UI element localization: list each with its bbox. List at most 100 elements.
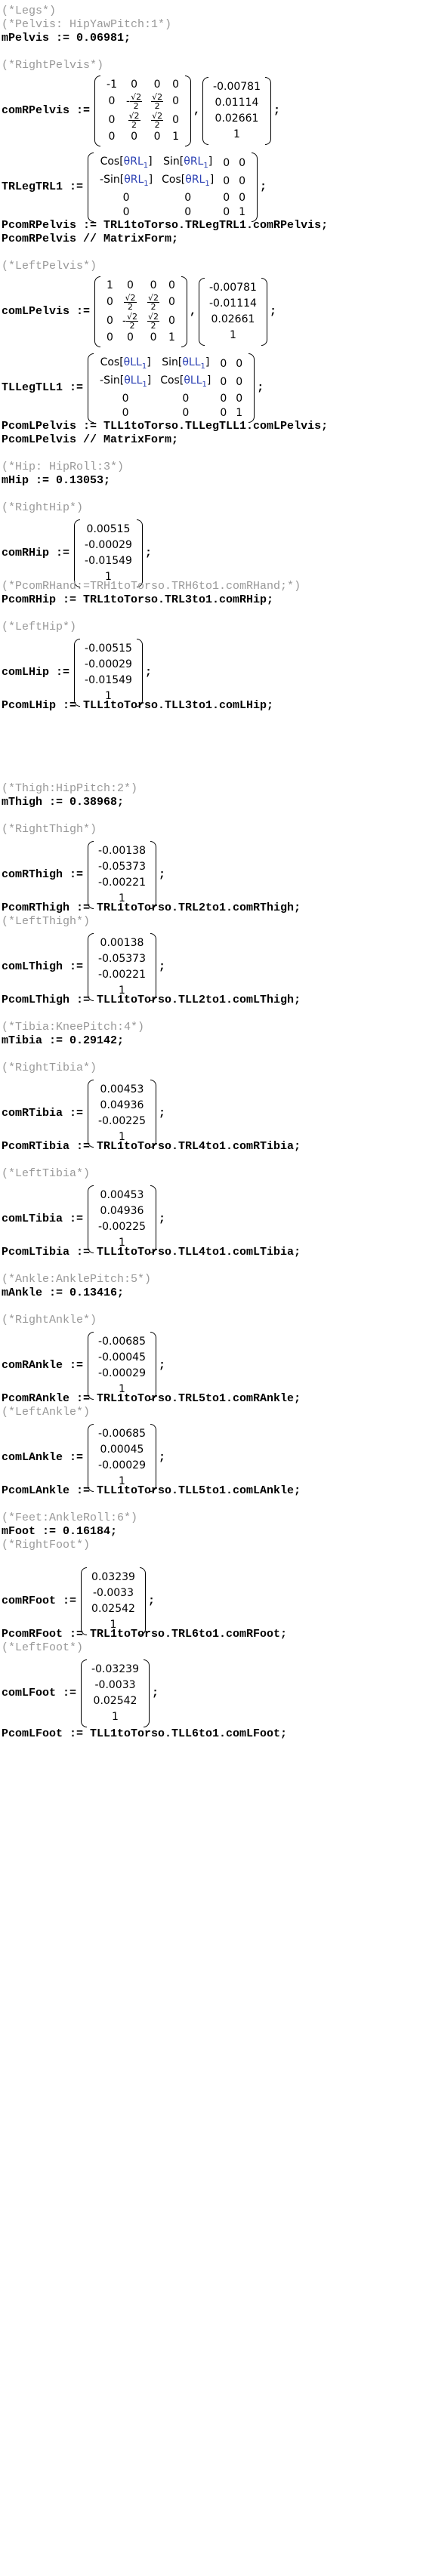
matrix-cell: √2 2 xyxy=(147,111,168,130)
matrix-row: -0.0033 xyxy=(88,1678,142,1693)
com-vector-grid: -0.00685 -0.00045 -0.00029 1 xyxy=(95,1334,149,1397)
com-vector-grid: -0.00138 -0.05373 -0.00221 1 xyxy=(95,843,149,907)
matrix-cell: -0.0033 xyxy=(94,1679,136,1691)
matrix-cell: 0 xyxy=(239,175,246,188)
fraction: √2 2 xyxy=(151,93,164,110)
matrix-row: -0.00515 xyxy=(82,641,135,657)
matrix-cell: 0.00138 xyxy=(100,937,144,949)
matrix-cell: 0.04936 xyxy=(100,1205,144,1217)
assignment-lhs: comRThigh := xyxy=(2,868,84,881)
assignment-lhs: comRFoot := xyxy=(2,1595,77,1607)
matrix-cell: 0 xyxy=(106,331,113,344)
rotation-matrix-grid: Cos[θLL1] Sin[θLL1] 0 0 -Sin[θLL1] Cos[θLL1] 0… xyxy=(95,356,247,421)
assignment-cell: comRFoot := 0.03239 -0.0033 0.02542 1; xyxy=(2,1567,155,1635)
matrix-cell: Sin[θRL1] xyxy=(163,156,213,170)
matrix-cell: 0.02661 xyxy=(211,313,255,325)
matrix-row: 1 xyxy=(206,328,260,344)
matrix-row: -0.00225 xyxy=(95,1219,149,1235)
matrix-cell: 0 xyxy=(239,157,246,170)
comment-line: (*Thigh:HipPitch:2*) xyxy=(2,782,138,795)
matrix-row: -0.00221 xyxy=(95,875,149,891)
fraction: √2 2 xyxy=(147,294,160,312)
close-paren xyxy=(150,841,156,909)
comment-line: (*RightTibia*) xyxy=(2,1062,97,1074)
matrix-cell: 0 xyxy=(108,114,116,126)
joint-symbol: θRL1 xyxy=(184,156,208,170)
matrix-row: 1 xyxy=(88,1709,142,1725)
assignment-lhs: TLLegTLL1 := xyxy=(2,381,84,394)
matrix-cell: 0.03239 xyxy=(91,1571,135,1583)
joint-subscript: 1 xyxy=(200,362,205,371)
matrix-cell: 0 xyxy=(122,392,129,405)
comment-line: (*Feet:AnkleRoll:6*) xyxy=(2,1511,138,1524)
matrix-row: 0000 xyxy=(95,392,247,406)
statement-terminator: ; xyxy=(144,547,152,559)
com-vector: -0.00781 0.01114 0.02661 1 xyxy=(202,77,271,145)
matrix-cell: 0 xyxy=(220,392,227,405)
input-line: PcomLAnkle := TLL1toTorso.TLL5to1.comLAn… xyxy=(2,1484,301,1497)
notebook: (*Legs*) (*Pelvis: HipYawPitch:1*) mPelvis… xyxy=(0,0,426,2576)
matrix-cell: 0 xyxy=(220,358,227,371)
matrix-cell: 0 xyxy=(236,392,243,405)
open-paren xyxy=(88,841,94,909)
assignment-cell: TLLegTLL1 := Cos[θLL1] Sin[θLL1] 0 0 -Sin[θLL… xyxy=(2,353,264,423)
close-paren xyxy=(139,1567,146,1635)
com-vector-grid: -0.00781 -0.01114 0.02661 1 xyxy=(206,280,260,344)
matrix-cell: 0 xyxy=(236,376,243,389)
comment-line: (*RightThigh*) xyxy=(2,823,97,836)
input-line: PcomLFoot := TLL1toTorso.TLL6to1.comLFoo… xyxy=(2,1727,288,1740)
matrix-row: 0001 xyxy=(102,331,180,345)
matrix-row: -0.00138 xyxy=(95,843,149,859)
matrix-row: 0.02661 xyxy=(206,312,260,328)
statement-terminator: ; xyxy=(151,1687,159,1699)
matrix-row: 0.00453 xyxy=(95,1082,149,1098)
statement-terminator: ; xyxy=(158,1451,165,1464)
matrix-row: 0.02542 xyxy=(88,1601,138,1617)
matrix-row: Cos[θLL1] Sin[θLL1] 0 0 xyxy=(95,356,247,374)
matrix-cell: 0 xyxy=(168,279,175,291)
open-paren xyxy=(88,1080,94,1148)
matrix-cell: 0.02661 xyxy=(215,112,259,125)
matrix-row: -0.00781 xyxy=(210,79,264,95)
matrix-cell: √2 2 xyxy=(143,312,164,331)
matrix-cell: 0 xyxy=(172,114,180,126)
joint-symbol: θLL1 xyxy=(123,356,147,371)
matrix-cell: -0.00685 xyxy=(98,1336,146,1348)
close-paren xyxy=(136,639,143,707)
matrix-cell: 0 xyxy=(127,279,134,291)
input-line: PcomRPelvis := TRL1toTorso.TRLegTRL1.com… xyxy=(2,219,329,232)
matrix-cell: Cos[θLL1] xyxy=(160,374,211,389)
comment-line: (*Ankle:AnklePitch:5*) xyxy=(2,1273,152,1286)
matrix-cell: 0 xyxy=(182,406,190,419)
comment-line: (*Hip: HipRoll:3*) xyxy=(2,461,125,473)
input-line: PcomLHip := TLL1toTorso.TLL3to1.comLHip; xyxy=(2,699,274,712)
com-vector-grid: 0.00138 -0.05373 -0.00221 1 xyxy=(95,935,149,999)
input-line: PcomRFoot := TRL1toTorso.TRL6to1.comRFoo… xyxy=(2,1628,288,1641)
matrix-row: -0.01549 xyxy=(82,553,135,569)
input-line: PcomRThigh := TRL1toTorso.TRL2to1.comRTh… xyxy=(2,901,301,914)
close-paren xyxy=(248,353,255,423)
fraction-denominator: 2 xyxy=(150,302,156,312)
matrix-cell: Cos[θRL1] xyxy=(162,173,215,188)
assignment-cell: comRAnkle := -0.00685 -0.00045 -0.00029 1; xyxy=(2,1332,165,1400)
open-paren xyxy=(88,153,94,222)
matrix-row: 0.00453 xyxy=(95,1188,149,1203)
matrix-cell: -0.00029 xyxy=(98,1367,146,1379)
matrix-cell: 0 xyxy=(236,358,243,371)
joint-symbol: θRL1 xyxy=(124,173,149,188)
matrix-cell: -0.01549 xyxy=(85,555,132,567)
rotation-matrix: Cos[θRL1] Sin[θRL1] 0 0 -Sin[θRL1] Cos[θRL1] 0… xyxy=(88,153,258,222)
statement-terminator: ; xyxy=(273,104,280,117)
open-paren xyxy=(88,1332,94,1400)
matrix-cell: 0 xyxy=(127,331,134,344)
fraction-denominator: 2 xyxy=(127,302,133,312)
assignment-lhs: comRAnkle := xyxy=(2,1359,84,1372)
assignment-lhs: comRHip := xyxy=(2,547,70,559)
matrix-cell: 1 xyxy=(233,128,240,140)
matrix-cell: 1 xyxy=(230,329,236,341)
input-line: PcomLTibia := TLL1toTorso.TLL4to1.comLTi… xyxy=(2,1246,301,1259)
rotation-matrix-grid: Cos[θRL1] Sin[θRL1] 0 0 -Sin[θRL1] Cos[θRL1] 0… xyxy=(95,155,250,220)
com-vector: -0.03239 -0.0033 0.02542 1 xyxy=(81,1659,150,1727)
assignment-lhs: comLHip := xyxy=(2,666,70,679)
fraction: √2 2 xyxy=(126,313,139,330)
